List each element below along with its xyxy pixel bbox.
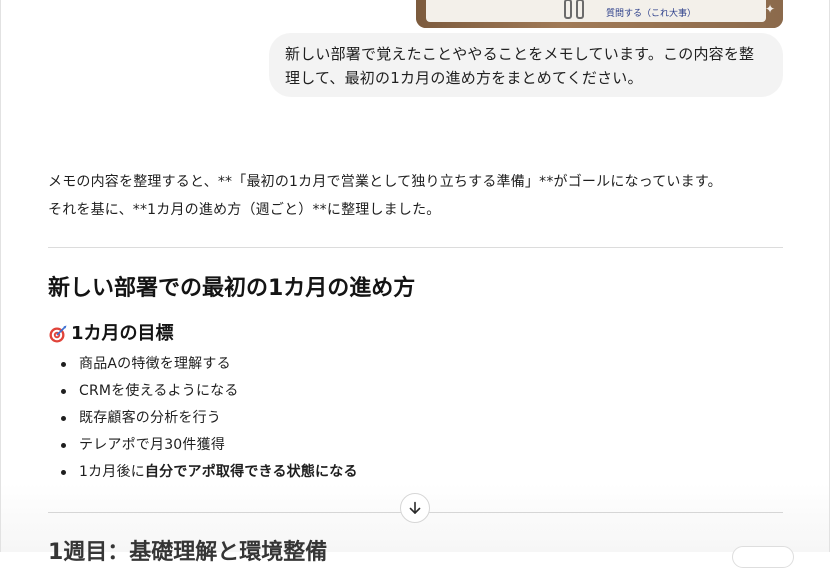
list-item: 既存顧客の分析を行う [48, 405, 358, 432]
goal-emphasis: 自分でアポ取得できる状態になる [144, 464, 358, 480]
list-item: CRMを使えるようになる [48, 378, 358, 405]
list-item: 商品Aの特徴を理解する [48, 351, 358, 378]
sparkle-icon: ✦ [764, 2, 775, 16]
list-item: 1カ月後に自分でアポ取得できる状態になる [48, 459, 358, 486]
goal-heading-label: 1カ月の目標 [71, 323, 174, 344]
scroll-down-button[interactable] [400, 493, 430, 523]
user-message-line: 理して、最初の1カ月の進め方をまとめてください。 [285, 69, 643, 87]
list-item: テレアポで月30件獲得 [48, 432, 358, 459]
notebook-ring [576, 0, 584, 19]
goal-heading: 1カ月の目標 [48, 320, 174, 348]
user-message-bubble: 新しい部署で覚えたことややることをメモしています。この内容を整 理して、最初の1… [269, 33, 783, 97]
arrow-down-icon [409, 501, 421, 514]
intro-line: それを基に、**1カ月の進め方（週ごと）**に整理しました。 [48, 202, 441, 218]
window-left-border [0, 0, 1, 552]
section-divider [48, 247, 783, 248]
response-title: 新しい部署での最初の1カ月の進め方 [48, 276, 416, 301]
goal-text: 1カ月後に [79, 464, 145, 480]
goal-list: 商品Aの特徴を理解する CRMを使えるようになる 既存顧客の分析を行う テレアポ… [48, 351, 358, 486]
target-icon [49, 325, 67, 343]
assistant-intro: メモの内容を整理すると、**「最初の1カ月で営業として独り立ちする準備」**がゴ… [48, 168, 788, 224]
notebook-ring [564, 0, 572, 19]
intro-line: メモの内容を整理すると、**「最初の1カ月で営業として独り立ちする準備」**がゴ… [48, 174, 722, 190]
image-handwriting: 質問する（これ大事） [606, 9, 697, 19]
next-section-heading: 1週目：基礎理解と環境整備 [48, 540, 328, 565]
attached-image[interactable]: 質問する（これ大事） ✦ [416, 0, 783, 28]
image-notebook-page: 質問する（これ大事） [426, 0, 766, 22]
composer-edge[interactable] [732, 546, 794, 568]
user-message-line: 新しい部署で覚えたことややることをメモしています。この内容を整 [285, 45, 755, 63]
